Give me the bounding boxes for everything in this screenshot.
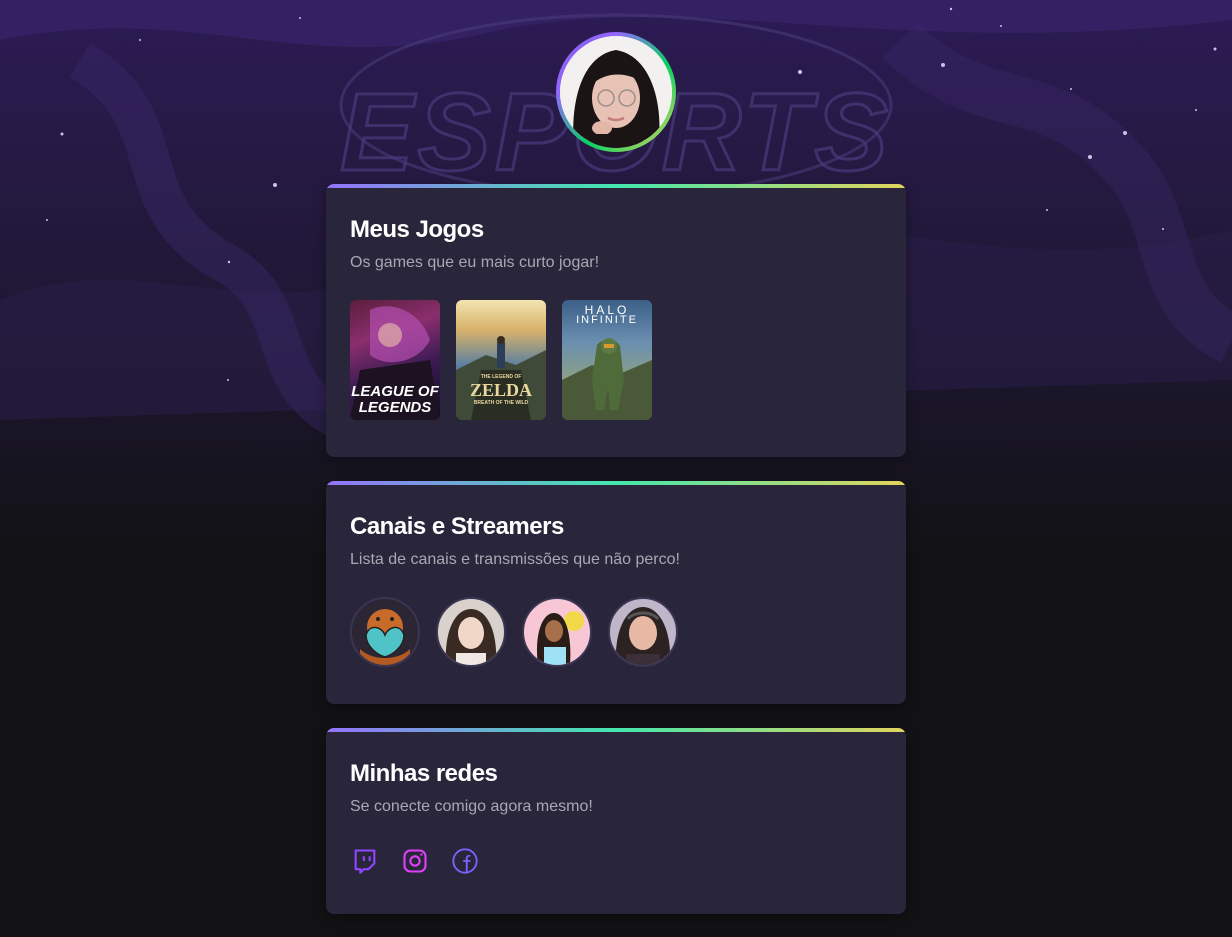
twitch-icon[interactable] (350, 846, 380, 876)
games-card-title: Meus Jogos (350, 216, 484, 243)
social-card-subtitle: Se conecte comigo agora mesmo! (350, 798, 593, 815)
instagram-icon[interactable] (400, 846, 430, 876)
streamers-card-title: Canais e Streamers (350, 513, 564, 540)
streamer-avatar[interactable] (522, 597, 592, 667)
streamers-card: Canais e Streamers Lista de canais e tra… (326, 481, 906, 704)
profile-avatar (556, 32, 676, 152)
profile-photo (560, 36, 672, 148)
streamers-list (350, 597, 678, 667)
game-cover-league-of-legends[interactable]: LEAGUE OF LEGENDS (350, 300, 440, 420)
streamer-avatar[interactable] (436, 597, 506, 667)
game-title-line1: LEAGUE OF (351, 383, 439, 400)
games-card: Meus Jogos Os games que eu mais curto jo… (326, 184, 906, 457)
games-card-subtitle: Os games que eu mais curto jogar! (350, 254, 600, 271)
game-cover-zelda[interactable]: THE LEGEND OF ZELDA BREATH OF THE WILD (456, 300, 546, 420)
games-list: LEAGUE OF LEGENDS THE LEGEND OF ZELDA BR… (350, 300, 652, 420)
game-cover-halo-infinite[interactable]: HALO INFINITE (562, 300, 652, 420)
streamers-card-subtitle: Lista de canais e transmissões que não p… (350, 551, 680, 568)
social-card-title: Minhas redes (350, 760, 498, 787)
social-card: Minhas redes Se conecte comigo agora mes… (326, 728, 906, 914)
game-title-line2: LEGENDS (358, 399, 432, 416)
game-title-line3: BREATH OF THE WILD (473, 400, 529, 406)
social-links (350, 846, 480, 876)
facebook-icon[interactable] (450, 846, 480, 876)
streamer-avatar[interactable] (350, 597, 420, 667)
game-title-line2: INFINITE (576, 314, 638, 326)
streamer-avatar[interactable] (608, 597, 678, 667)
game-title-line2: ZELDA (469, 380, 532, 400)
